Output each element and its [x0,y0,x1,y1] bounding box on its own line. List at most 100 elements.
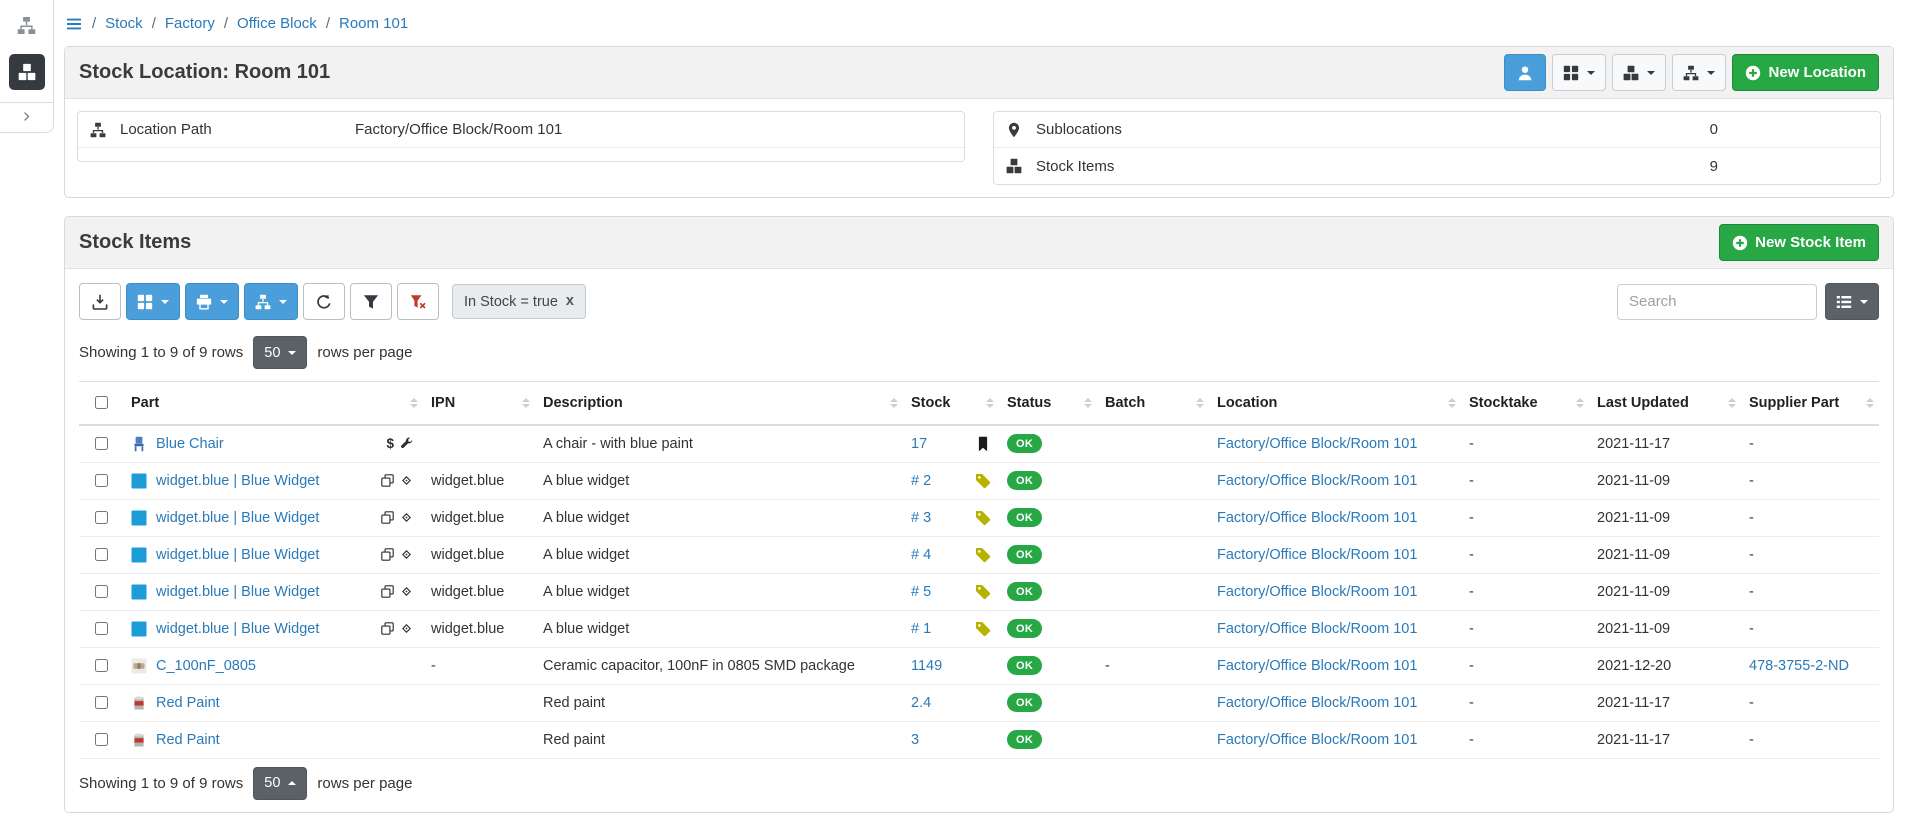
page-size-dropdown[interactable]: 50 [253,767,307,800]
location-link[interactable]: Factory/Office Block/Room 101 [1217,510,1417,526]
page-size-dropdown[interactable]: 50 [253,336,307,369]
stock-link[interactable]: 17 [911,436,927,452]
part-cell: Blue Chair$ [123,425,423,462]
refresh-icon [316,294,332,310]
new-location-button[interactable]: New Location [1732,54,1879,91]
stock-link[interactable]: # 1 [911,621,931,637]
part-link[interactable]: Blue Chair [156,436,224,452]
stock-options-button[interactable] [244,283,298,320]
stock-link[interactable]: # 4 [911,547,931,563]
part-cell: widget.blue | Blue Widget [123,536,423,573]
row-select-cell [79,499,123,536]
column-header-location[interactable]: Location [1209,382,1461,426]
row-checkbox[interactable] [95,659,108,672]
batch-cell [1097,721,1209,758]
location-link[interactable]: Factory/Office Block/Room 101 [1217,436,1417,452]
showing-text: Showing 1 to 9 of 9 rows [79,344,243,361]
location-link[interactable]: Factory/Office Block/Room 101 [1217,621,1417,637]
sidebar-expand-button[interactable] [0,102,53,132]
part-link[interactable]: widget.blue | Blue Widget [156,621,319,637]
description-cell: Red paint [535,721,903,758]
download-icon [92,294,108,310]
row-checkbox[interactable] [95,622,108,635]
row-checkbox[interactable] [95,548,108,561]
table-view-toggle-button[interactable] [1825,283,1879,320]
row-checkbox[interactable] [95,733,108,746]
location-link[interactable]: Factory/Office Block/Room 101 [1217,658,1417,674]
stock-link[interactable]: # 3 [911,510,931,526]
menu-toggle-button[interactable] [64,16,83,31]
row-checkbox[interactable] [95,474,108,487]
column-header-ipn[interactable]: IPN [423,382,535,426]
stock-cell: 2.4 [903,684,999,721]
breadcrumb-link[interactable]: Stock [105,15,143,32]
widget-thumbnail-icon [131,547,147,563]
row-checkbox[interactable] [95,696,108,709]
barcode-actions-button[interactable] [126,283,180,320]
column-header-description[interactable]: Description [535,382,903,426]
part-link[interactable]: Red Paint [156,695,220,711]
new-stock-item-button[interactable]: New Stock Item [1719,224,1879,261]
breadcrumb-separator: / [326,15,330,32]
column-header-status[interactable]: Status [999,382,1097,426]
column-header-stocktake[interactable]: Stocktake [1461,382,1589,426]
supplier-part-link[interactable]: 478-3755-2-ND [1749,658,1849,674]
stock-link[interactable]: 1149 [911,658,942,674]
status-badge: OK [1007,582,1042,601]
part-link[interactable]: widget.blue | Blue Widget [156,584,319,600]
search-input[interactable] [1617,284,1817,320]
diamond-icon [400,474,413,487]
location-panel: Stock Location: Room 101 New Location Lo… [64,46,1894,198]
stock-cell: 17 [903,425,999,462]
part-link[interactable]: C_100nF_0805 [156,658,256,674]
barcode-actions-button[interactable] [1552,54,1606,91]
supplier-part-value: - [1749,436,1754,452]
stock-link[interactable]: 3 [911,732,919,748]
row-checkbox[interactable] [95,437,108,450]
supplier-part-value: - [1749,510,1754,526]
select-all-checkbox[interactable] [95,396,108,409]
location-link[interactable]: Factory/Office Block/Room 101 [1217,732,1417,748]
column-header-last-updated[interactable]: Last Updated [1589,382,1741,426]
print-actions-button[interactable] [185,283,239,320]
stock-link[interactable]: # 2 [911,473,931,489]
export-button[interactable] [79,283,121,320]
location-link[interactable]: Factory/Office Block/Room 101 [1217,695,1417,711]
breadcrumb-link[interactable]: Room 101 [339,15,408,32]
ipn-cell: widget.blue [423,610,535,647]
filter-button[interactable] [350,283,392,320]
column-header-supplier-part[interactable]: Supplier Part [1741,382,1879,426]
breadcrumb-link[interactable]: Office Block [237,15,317,32]
filter-chip-remove-button[interactable]: x [566,294,574,309]
sort-icon [1576,398,1584,408]
stocktake-cell: - [1461,721,1589,758]
filter-chip: In Stock = true x [452,284,586,319]
column-header-stock[interactable]: Stock [903,382,999,426]
location-cell: Factory/Office Block/Room 101 [1209,684,1461,721]
location-link[interactable]: Factory/Office Block/Room 101 [1217,584,1417,600]
column-header-part[interactable]: Part [123,382,423,426]
column-header-batch[interactable]: Batch [1097,382,1209,426]
sublocations-row: Sublocations 0 [994,112,1880,148]
sidebar-locations-button[interactable] [17,8,36,46]
caret-down-icon [220,300,228,304]
breadcrumb-link[interactable]: Factory [165,15,215,32]
refresh-button[interactable] [303,283,345,320]
part-link[interactable]: Red Paint [156,732,220,748]
location-link[interactable]: Factory/Office Block/Room 101 [1217,473,1417,489]
part-link[interactable]: widget.blue | Blue Widget [156,473,319,489]
copy-icon [381,548,394,561]
stock-actions-button[interactable] [1612,54,1666,91]
stock-link[interactable]: 2.4 [911,695,931,711]
table-row: C_100nF_0805-Ceramic capacitor, 100nF in… [79,647,1879,684]
location-actions-button[interactable] [1672,54,1726,91]
row-checkbox[interactable] [95,585,108,598]
part-link[interactable]: widget.blue | Blue Widget [156,547,319,563]
remove-filters-button[interactable] [397,283,439,320]
user-actions-button[interactable] [1504,54,1546,91]
row-checkbox[interactable] [95,511,108,524]
stock-link[interactable]: # 5 [911,584,931,600]
part-link[interactable]: widget.blue | Blue Widget [156,510,319,526]
location-link[interactable]: Factory/Office Block/Room 101 [1217,547,1417,563]
sidebar-stock-button[interactable] [9,46,45,98]
